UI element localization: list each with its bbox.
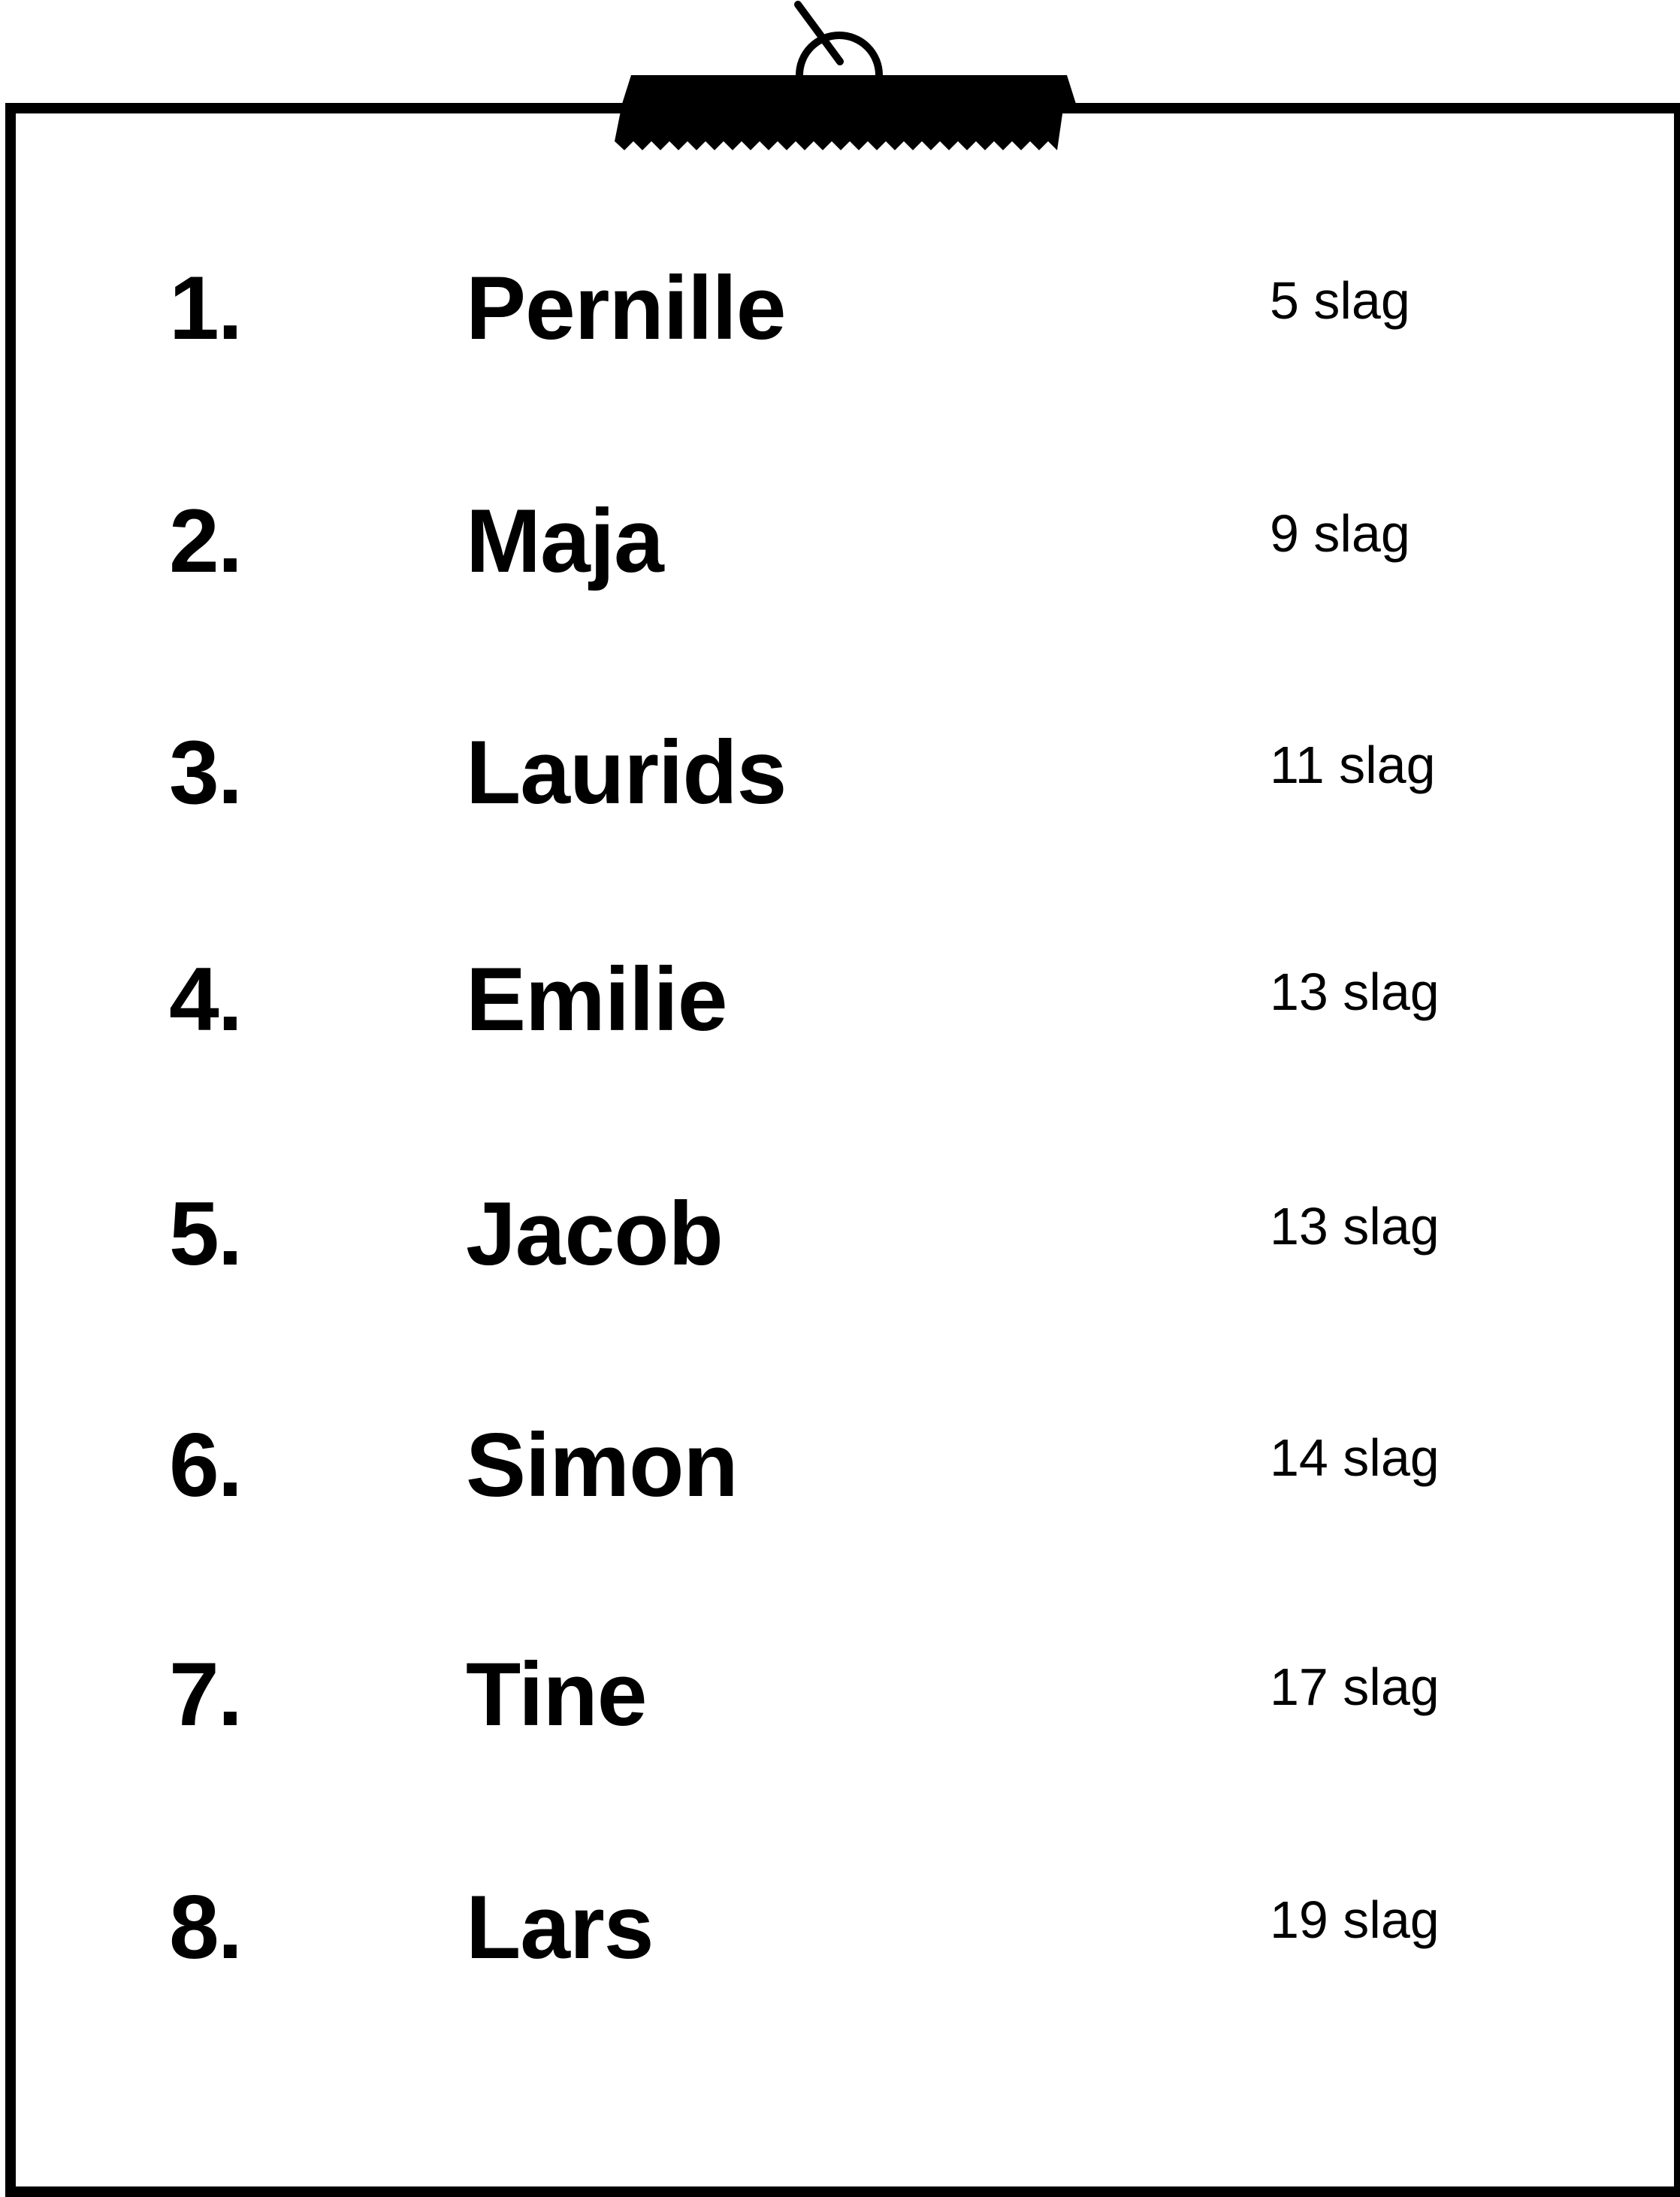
rank-label: 4. (169, 949, 243, 1050)
list-item: 8. Lars 19 slag (0, 1867, 1680, 1987)
score-value: 14 slag (1270, 1428, 1440, 1487)
list-item: 2. Maja 9 slag (0, 481, 1680, 601)
rank-label: 7. (169, 1644, 243, 1745)
list-item: 5. Jacob 13 slag (0, 1174, 1680, 1294)
player-name: Pernille (466, 258, 787, 358)
rank-label: 3. (169, 722, 243, 823)
score-value: 11 slag (1270, 736, 1436, 794)
player-name: Tine (466, 1644, 648, 1745)
rank-label: 8. (169, 1877, 243, 1978)
player-name: Laurids (466, 722, 787, 823)
clipboard-clip-icon (615, 1, 1076, 150)
list-item: 1. Pernille 5 slag (0, 248, 1680, 368)
player-name: Simon (466, 1415, 739, 1516)
list-item: 7. Tine 17 slag (0, 1634, 1680, 1754)
player-name: Jacob (466, 1183, 724, 1284)
score-value: 5 slag (1270, 271, 1410, 330)
score-value: 13 slag (1270, 963, 1440, 1021)
rank-label: 2. (169, 491, 243, 591)
score-value: 13 slag (1270, 1197, 1440, 1256)
list-item: 4. Emilie 13 slag (0, 939, 1680, 1059)
rank-label: 5. (169, 1183, 243, 1284)
player-name: Maja (466, 491, 664, 591)
score-value: 17 slag (1270, 1658, 1440, 1716)
list-item: 3. Laurids 11 slag (0, 712, 1680, 833)
list-item: 6. Simon 14 slag (0, 1405, 1680, 1525)
score-value: 19 slag (1270, 1890, 1440, 1949)
player-name: Emilie (466, 949, 727, 1050)
player-name: Lars (466, 1877, 654, 1978)
rank-label: 1. (169, 258, 243, 358)
rank-label: 6. (169, 1415, 243, 1516)
score-value: 9 slag (1270, 504, 1410, 563)
